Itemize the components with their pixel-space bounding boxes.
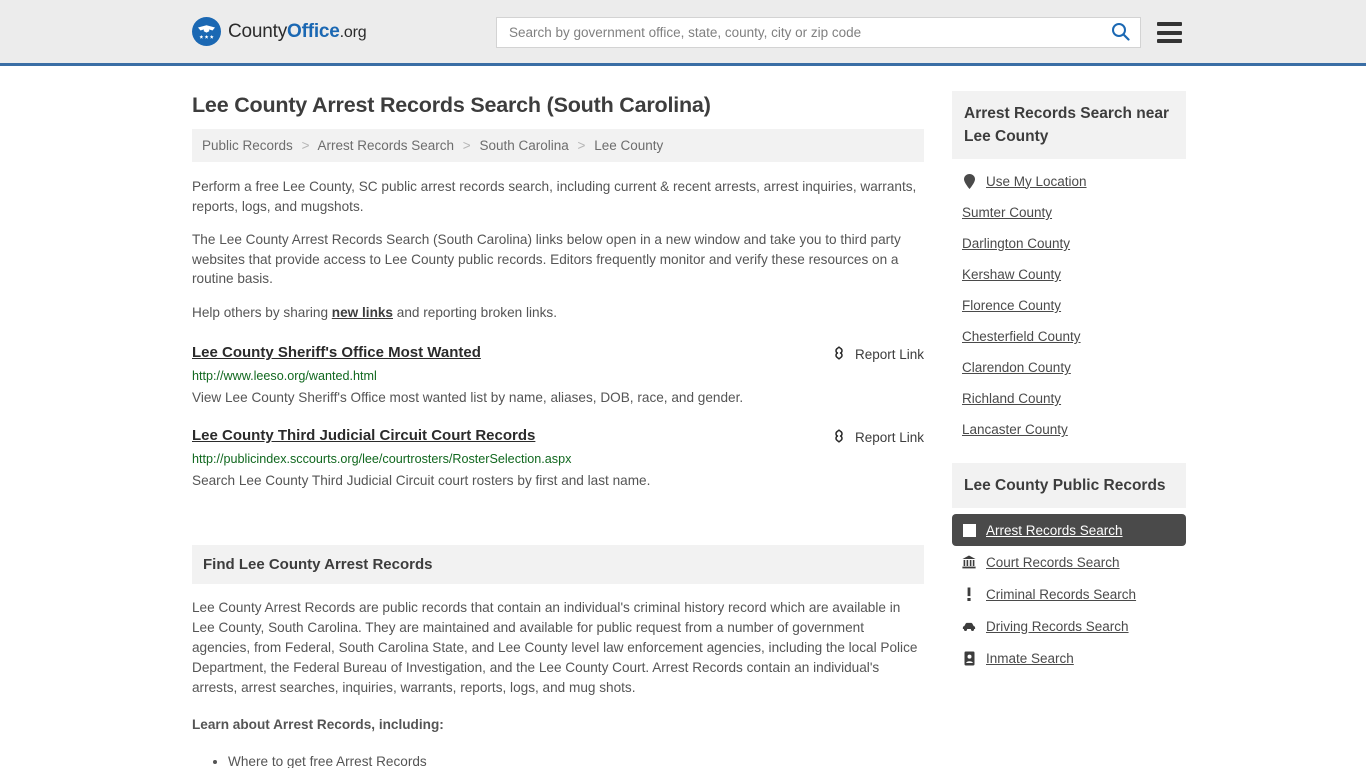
sidebar-item-inmate-search[interactable]: Inmate Search bbox=[952, 642, 1186, 674]
sidebar-item-label: Arrest Records Search bbox=[986, 522, 1123, 538]
sidebar-item-label: Lancaster County bbox=[962, 422, 1068, 437]
find-records-paragraph: Lee County Arrest Records are public rec… bbox=[192, 599, 918, 695]
learn-about-title: Learn about Arrest Records, including: bbox=[192, 716, 444, 732]
result-description: View Lee County Sheriff's Office most wa… bbox=[192, 389, 744, 405]
result-item: Lee County Third Judicial Circuit Court … bbox=[192, 426, 924, 490]
sidebar-item-label: Florence County bbox=[962, 298, 1062, 313]
eagle-shield-logo-icon bbox=[192, 17, 221, 46]
report-link-label: Report Link bbox=[854, 429, 924, 445]
learn-list-item: Where to get free Arrest Records bbox=[228, 752, 924, 768]
sidebar-item-florence-county[interactable]: Florence County bbox=[952, 290, 1186, 321]
report-link-button[interactable]: Report Link bbox=[831, 343, 924, 364]
site-logo[interactable]: CountyOffice.org bbox=[192, 17, 367, 46]
breadcrumb-item-arrest-records-search[interactable]: Arrest Records Search bbox=[317, 138, 454, 153]
result-description: Search Lee County Third Judicial Circuit… bbox=[192, 472, 651, 488]
hamburger-bar bbox=[1157, 30, 1182, 35]
share-suffix-text: and reporting broken links. bbox=[393, 304, 557, 320]
nearby-searches-panel: Arrest Records Search near Lee County Us… bbox=[952, 91, 1186, 445]
header-search-area bbox=[496, 17, 1182, 48]
sidebar-item-chesterfield-county[interactable]: Chesterfield County bbox=[952, 321, 1186, 352]
sidebar-item-label: Criminal Records Search bbox=[986, 586, 1137, 602]
broken-link-icon bbox=[831, 428, 847, 447]
sidebar-item-sumter-county[interactable]: Sumter County bbox=[952, 197, 1186, 228]
intro-paragraph-2: The Lee County Arrest Records Search (So… bbox=[192, 232, 901, 287]
new-links-link[interactable]: new links bbox=[332, 305, 393, 320]
sidebar-item-label: Use My Location bbox=[986, 173, 1087, 189]
result-item: Lee County Sheriff's Office Most Wanted … bbox=[192, 343, 924, 407]
hamburger-menu-icon[interactable] bbox=[1157, 22, 1182, 43]
nearby-searches-list: Use My Location Sumter County Darlington… bbox=[952, 159, 1186, 445]
sidebar-item-label: Inmate Search bbox=[986, 650, 1074, 666]
public-records-list: Arrest Records Search Court Records Sear… bbox=[952, 508, 1186, 674]
search-input[interactable] bbox=[507, 19, 1109, 46]
id-badge-icon bbox=[962, 650, 976, 666]
page-container: Lee County Arrest Records Search (South … bbox=[0, 66, 1366, 768]
courthouse-icon bbox=[962, 554, 976, 570]
report-link-button[interactable]: Report Link bbox=[831, 426, 924, 447]
sidebar-item-label: Chesterfield County bbox=[962, 329, 1081, 344]
breadcrumb: Public Records > Arrest Records Search >… bbox=[192, 129, 924, 162]
share-prefix-text: Help others by sharing bbox=[192, 304, 332, 320]
hamburger-bar bbox=[1157, 39, 1182, 43]
logo-text-office: Office bbox=[287, 20, 340, 42]
page-title: Lee County Arrest Records Search (South … bbox=[192, 93, 711, 117]
site-header: CountyOffice.org bbox=[0, 0, 1366, 66]
car-icon bbox=[962, 618, 976, 634]
sidebar-item-driving-records-search[interactable]: Driving Records Search bbox=[952, 610, 1186, 642]
breadcrumb-item-south-carolina[interactable]: South Carolina bbox=[479, 138, 568, 153]
sidebar-item-label: Sumter County bbox=[962, 205, 1053, 220]
sidebar-item-label: Richland County bbox=[962, 391, 1062, 406]
find-records-body: Lee County Arrest Records are public rec… bbox=[192, 584, 924, 768]
nearby-searches-heading: Arrest Records Search near Lee County bbox=[952, 91, 1186, 159]
hamburger-bar bbox=[1157, 22, 1182, 26]
sidebar-item-richland-county[interactable]: Richland County bbox=[952, 383, 1186, 414]
find-records-heading: Find Lee County Arrest Records bbox=[192, 544, 924, 584]
breadcrumb-item-lee-county[interactable]: Lee County bbox=[594, 138, 663, 153]
search-button[interactable] bbox=[1109, 22, 1132, 44]
search-icon bbox=[1111, 22, 1130, 44]
result-header: Lee County Third Judicial Circuit Court … bbox=[192, 426, 924, 447]
intro-text: Perform a free Lee County, SC public arr… bbox=[192, 177, 924, 323]
public-records-heading: Lee County Public Records bbox=[952, 463, 1186, 508]
logo-text-county: County bbox=[228, 20, 288, 42]
sidebar-item-label: Darlington County bbox=[962, 236, 1071, 251]
sidebar-item-kershaw-county[interactable]: Kershaw County bbox=[952, 259, 1186, 290]
exclamation-icon bbox=[962, 586, 976, 602]
sidebar-item-label: Kershaw County bbox=[962, 267, 1062, 282]
logo-wordmark: CountyOffice.org bbox=[228, 20, 367, 43]
result-title-link[interactable]: Lee County Sheriff's Office Most Wanted bbox=[192, 343, 481, 363]
result-header: Lee County Sheriff's Office Most Wanted … bbox=[192, 343, 924, 364]
search-box[interactable] bbox=[496, 17, 1141, 48]
public-records-panel: Lee County Public Records Arrest Records… bbox=[952, 463, 1186, 674]
breadcrumb-separator: > bbox=[577, 138, 586, 153]
report-link-label: Report Link bbox=[854, 346, 924, 362]
sidebar-item-use-my-location[interactable]: Use My Location bbox=[952, 165, 1186, 197]
intro-paragraph-3: Help others by sharing new links and rep… bbox=[192, 303, 924, 323]
sidebar-item-court-records-search[interactable]: Court Records Search bbox=[952, 546, 1186, 578]
logo-text-org: .org bbox=[339, 23, 367, 41]
sidebar-item-label: Court Records Search bbox=[986, 554, 1120, 570]
sidebar-item-clarendon-county[interactable]: Clarendon County bbox=[952, 352, 1186, 383]
sidebar-item-criminal-records-search[interactable]: Criminal Records Search bbox=[952, 578, 1186, 610]
result-url: http://www.leeso.org/wanted.html bbox=[192, 368, 377, 383]
sidebar-item-arrest-records-search[interactable]: Arrest Records Search bbox=[952, 514, 1186, 546]
learn-about-list: Where to get free Arrest Records How to … bbox=[192, 752, 924, 768]
sidebar: Arrest Records Search near Lee County Us… bbox=[952, 66, 1186, 692]
sidebar-item-lancaster-county[interactable]: Lancaster County bbox=[952, 414, 1186, 445]
main-content: Lee County Arrest Records Search (South … bbox=[192, 66, 924, 768]
result-title-link[interactable]: Lee County Third Judicial Circuit Court … bbox=[192, 426, 535, 446]
sidebar-item-label: Clarendon County bbox=[962, 360, 1071, 375]
broken-link-icon bbox=[831, 345, 847, 364]
map-pin-icon bbox=[962, 173, 976, 189]
breadcrumb-separator: > bbox=[462, 138, 471, 153]
result-url: http://publicindex.sccourts.org/lee/cour… bbox=[192, 451, 572, 466]
intro-paragraph-1: Perform a free Lee County, SC public arr… bbox=[192, 179, 917, 214]
breadcrumb-separator: > bbox=[301, 138, 310, 153]
sidebar-item-label: Driving Records Search bbox=[986, 618, 1129, 634]
sidebar-item-darlington-county[interactable]: Darlington County bbox=[952, 228, 1186, 259]
white-square-icon bbox=[962, 522, 976, 538]
breadcrumb-item-public-records[interactable]: Public Records bbox=[202, 138, 293, 153]
